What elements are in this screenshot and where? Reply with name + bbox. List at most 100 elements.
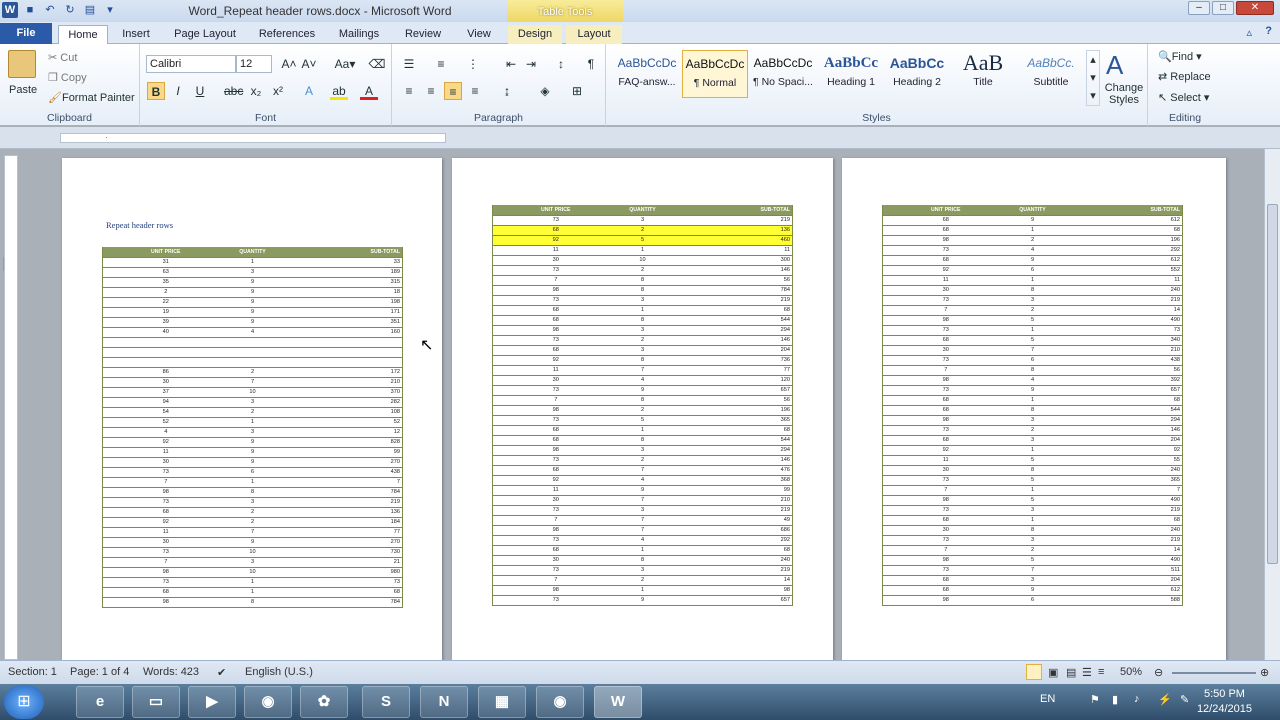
table-row[interactable]: 54 2 108: [102, 407, 403, 418]
table-row[interactable]: 73 4 292: [882, 245, 1183, 256]
cell-sub-total[interactable]: 490: [1082, 315, 1183, 326]
cell-unit-price[interactable]: 68: [492, 465, 593, 476]
cell-unit-price[interactable]: 68: [492, 435, 593, 446]
cell-sub-total[interactable]: 392: [1082, 375, 1183, 386]
cell-quantity[interactable]: 9: [202, 317, 303, 328]
cell-unit-price[interactable]: 30: [882, 525, 983, 536]
decrease-indent-icon[interactable]: ⇤: [502, 55, 520, 73]
cell-quantity[interactable]: 2: [592, 225, 693, 236]
cell-quantity[interactable]: 9: [202, 437, 303, 448]
cell-sub-total[interactable]: 315: [302, 277, 403, 288]
cell-sub-total[interactable]: 219: [692, 215, 793, 226]
cell-unit-price[interactable]: 73: [492, 565, 593, 576]
table-row[interactable]: 98 5 490: [882, 555, 1183, 566]
cell-quantity[interactable]: 4: [202, 327, 303, 338]
cell-sub-total[interactable]: 365: [692, 415, 793, 426]
cell-sub-total[interactable]: 14: [1082, 545, 1183, 556]
cell-sub-total[interactable]: 7: [1082, 485, 1183, 496]
tab-mailings[interactable]: Mailings: [330, 25, 388, 44]
font-color-icon[interactable]: A: [360, 82, 378, 100]
cell-quantity[interactable]: 5: [982, 555, 1083, 566]
table-row[interactable]: 30 9 270: [102, 537, 403, 548]
chrome-icon[interactable]: ◉: [244, 686, 292, 718]
cell-unit-price[interactable]: 94: [102, 397, 203, 408]
cell-unit-price[interactable]: 73: [882, 475, 983, 486]
cell-quantity[interactable]: 2: [202, 517, 303, 528]
cell-sub-total[interactable]: 612: [1082, 585, 1183, 596]
numbering-icon[interactable]: ≡: [432, 55, 450, 73]
cell-unit-price[interactable]: 98: [882, 315, 983, 326]
full-screen-view-icon[interactable]: ▣: [1048, 666, 1058, 679]
table-row[interactable]: 31 1 33: [102, 257, 403, 268]
cell-unit-price[interactable]: 98: [102, 597, 203, 608]
cell-unit-price[interactable]: 68: [102, 587, 203, 598]
cell-sub-total[interactable]: 14: [1082, 305, 1183, 316]
cell-quantity[interactable]: 1: [982, 515, 1083, 526]
cell-sub-total[interactable]: 68: [1082, 225, 1183, 236]
cell-unit-price[interactable]: 73: [882, 325, 983, 336]
cell-sub-total[interactable]: [302, 357, 403, 368]
cell-quantity[interactable]: 3: [592, 215, 693, 226]
cell-sub-total[interactable]: 270: [302, 457, 403, 468]
cell-sub-total[interactable]: 219: [692, 505, 793, 516]
table-row[interactable]: 98 8 784: [102, 487, 403, 498]
power-icon[interactable]: ⚡: [1158, 693, 1172, 706]
table-row[interactable]: 98 3 294: [492, 445, 793, 456]
cut-button[interactable]: ✂ Cut: [48, 51, 77, 64]
increase-indent-icon[interactable]: ⇥: [522, 55, 540, 73]
cell-sub-total[interactable]: 270: [302, 537, 403, 548]
chrome-window-icon[interactable]: ◉: [536, 686, 584, 718]
cell-quantity[interactable]: 2: [592, 265, 693, 276]
cell-sub-total[interactable]: 108: [302, 407, 403, 418]
table-row[interactable]: 7 2 14: [492, 575, 793, 586]
tab-design[interactable]: Design: [508, 25, 562, 44]
table-row[interactable]: 30 8 240: [492, 555, 793, 566]
zoom-slider[interactable]: [1172, 672, 1256, 674]
proofing-icon[interactable]: ✔: [217, 666, 226, 679]
table-row[interactable]: [102, 347, 403, 358]
cell-sub-total[interactable]: 92: [1082, 445, 1183, 456]
cell-sub-total[interactable]: 490: [1082, 495, 1183, 506]
page-indicator[interactable]: Page: 1 of 4: [70, 666, 129, 678]
cell-quantity[interactable]: 3: [592, 295, 693, 306]
cell-sub-total[interactable]: 292: [1082, 245, 1183, 256]
cell-sub-total[interactable]: 294: [692, 445, 793, 456]
table-row[interactable]: 11 7 77: [492, 365, 793, 376]
cell-quantity[interactable]: [202, 337, 303, 348]
cell-quantity[interactable]: 8: [982, 465, 1083, 476]
language-indicator[interactable]: English (U.S.): [245, 666, 313, 678]
cell-unit-price[interactable]: 7: [882, 485, 983, 496]
table-row[interactable]: 73 3 219: [492, 295, 793, 306]
cell-unit-price[interactable]: 30: [102, 457, 203, 468]
table-row[interactable]: 68 7 476: [492, 465, 793, 476]
table-row[interactable]: 68 9 612: [882, 215, 1183, 226]
cell-unit-price[interactable]: 68: [492, 425, 593, 436]
web-layout-view-icon[interactable]: ▤: [1066, 666, 1076, 679]
cell-quantity[interactable]: 10: [202, 387, 303, 398]
cell-quantity[interactable]: 3: [592, 325, 693, 336]
cell-quantity[interactable]: 9: [202, 457, 303, 468]
cell-unit-price[interactable]: 73: [882, 355, 983, 366]
cell-quantity[interactable]: 8: [592, 435, 693, 446]
cell-sub-total[interactable]: 11: [692, 245, 793, 256]
cell-sub-total[interactable]: 136: [302, 507, 403, 518]
cell-unit-price[interactable]: 73: [492, 505, 593, 516]
input-language[interactable]: EN: [1040, 693, 1055, 705]
table-row[interactable]: 98 1 98: [492, 585, 793, 596]
cell-sub-total[interactable]: 438: [302, 467, 403, 478]
cell-unit-price[interactable]: 11: [882, 455, 983, 466]
table-row[interactable]: 73 10 730: [102, 547, 403, 558]
cell-unit-price[interactable]: 11: [882, 275, 983, 286]
cell-unit-price[interactable]: 68: [492, 545, 593, 556]
cell-sub-total[interactable]: 99: [692, 485, 793, 496]
network-icon[interactable]: ▮: [1112, 693, 1118, 706]
styles-scroll[interactable]: ▴ ▾ ▾: [1086, 50, 1100, 106]
table-row[interactable]: 73 1 73: [102, 577, 403, 588]
cell-sub-total[interactable]: 33: [302, 257, 403, 268]
cell-unit-price[interactable]: 73: [492, 295, 593, 306]
table-row[interactable]: 30 8 240: [882, 285, 1183, 296]
cell-unit-price[interactable]: 7: [102, 557, 203, 568]
table-row[interactable]: 52 1 52: [102, 417, 403, 428]
cell-sub-total[interactable]: 146: [1082, 425, 1183, 436]
cell-sub-total[interactable]: 588: [1082, 595, 1183, 606]
